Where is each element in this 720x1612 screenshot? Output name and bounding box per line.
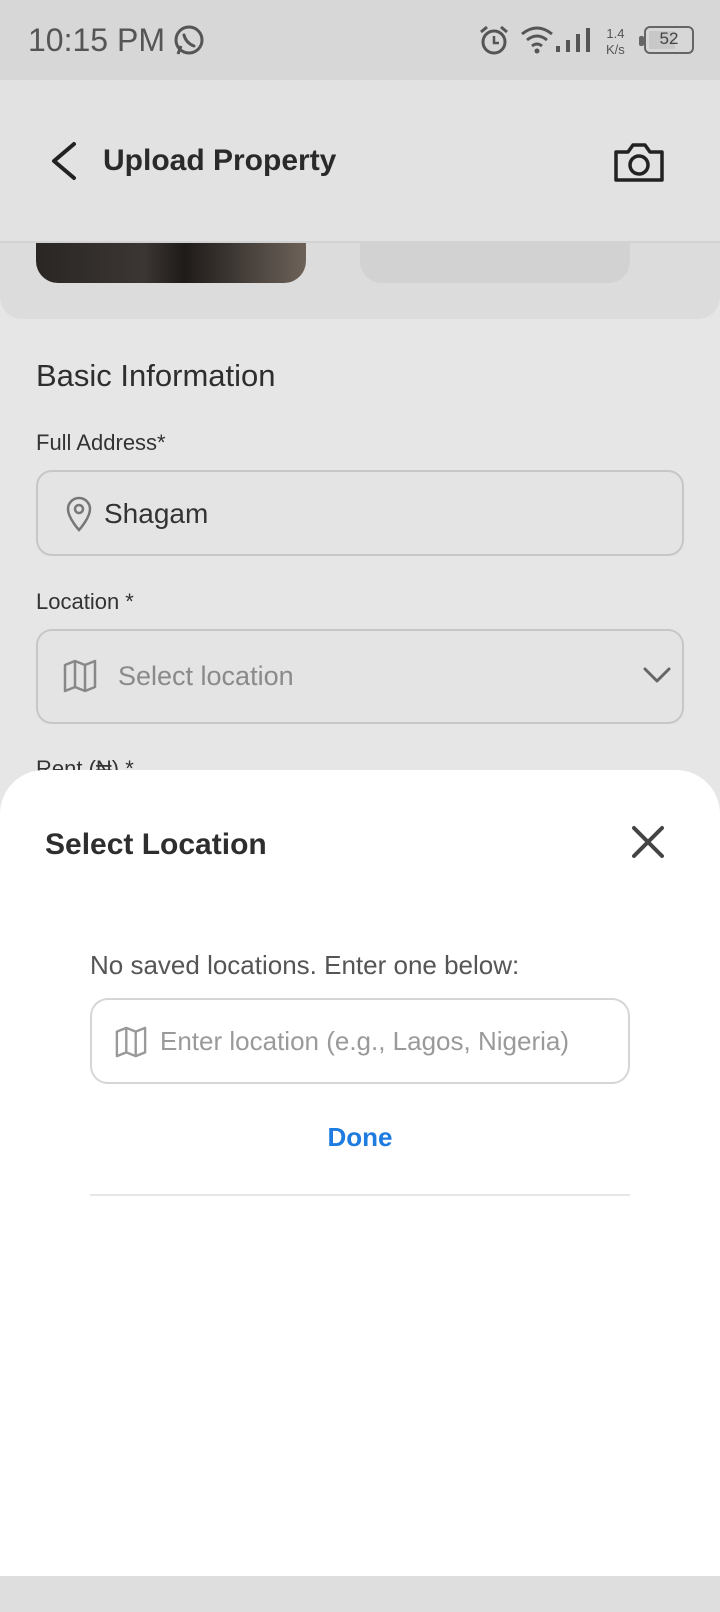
divider <box>90 1194 630 1196</box>
location-input-field[interactable] <box>90 998 630 1084</box>
chevron-down-icon <box>642 665 672 690</box>
full-address-value: Shagam <box>104 498 209 529</box>
app-bar: Upload Property <box>0 80 720 243</box>
signal-icon <box>554 26 594 59</box>
sheet-title: Select Location <box>45 828 267 861</box>
net-speed: 1.4 K/s <box>606 26 625 57</box>
location-dropdown[interactable]: Select location <box>36 629 684 724</box>
photo-placeholder[interactable] <box>360 243 630 283</box>
battery-icon: 52 <box>639 26 694 54</box>
map-icon <box>114 1026 148 1063</box>
status-time: 10:15 PM <box>28 22 165 58</box>
map-pin-icon <box>64 496 94 537</box>
full-address-label: Full Address* <box>36 430 166 455</box>
select-location-sheet: Select Location No saved locations. Ente… <box>0 770 720 1576</box>
map-icon <box>62 659 98 698</box>
close-button[interactable] <box>628 822 668 862</box>
alarm-icon <box>478 24 510 61</box>
section-title: Basic Information <box>36 358 276 393</box>
back-button[interactable] <box>44 138 84 184</box>
location-label: Location * <box>36 589 134 614</box>
full-address-field[interactable]: Shagam <box>36 470 684 556</box>
done-button[interactable]: Done <box>300 1122 420 1162</box>
nav-bar-area <box>0 1576 720 1612</box>
chevron-left-icon <box>52 142 76 180</box>
battery-level: 52 <box>659 29 679 48</box>
no-locations-message: No saved locations. Enter one below: <box>90 950 520 980</box>
location-placeholder: Select location <box>118 661 294 691</box>
page-title: Upload Property <box>103 144 337 177</box>
location-input[interactable] <box>160 1000 620 1082</box>
close-icon <box>632 826 664 858</box>
property-photo[interactable] <box>36 243 306 283</box>
status-bar: 10:15 PM 1.4 K/s 52 <box>0 0 720 80</box>
camera-button[interactable] <box>612 138 666 186</box>
wifi-icon <box>520 24 554 59</box>
whatsapp-icon <box>172 24 206 63</box>
photo-strip <box>0 243 720 319</box>
camera-icon <box>614 143 664 182</box>
